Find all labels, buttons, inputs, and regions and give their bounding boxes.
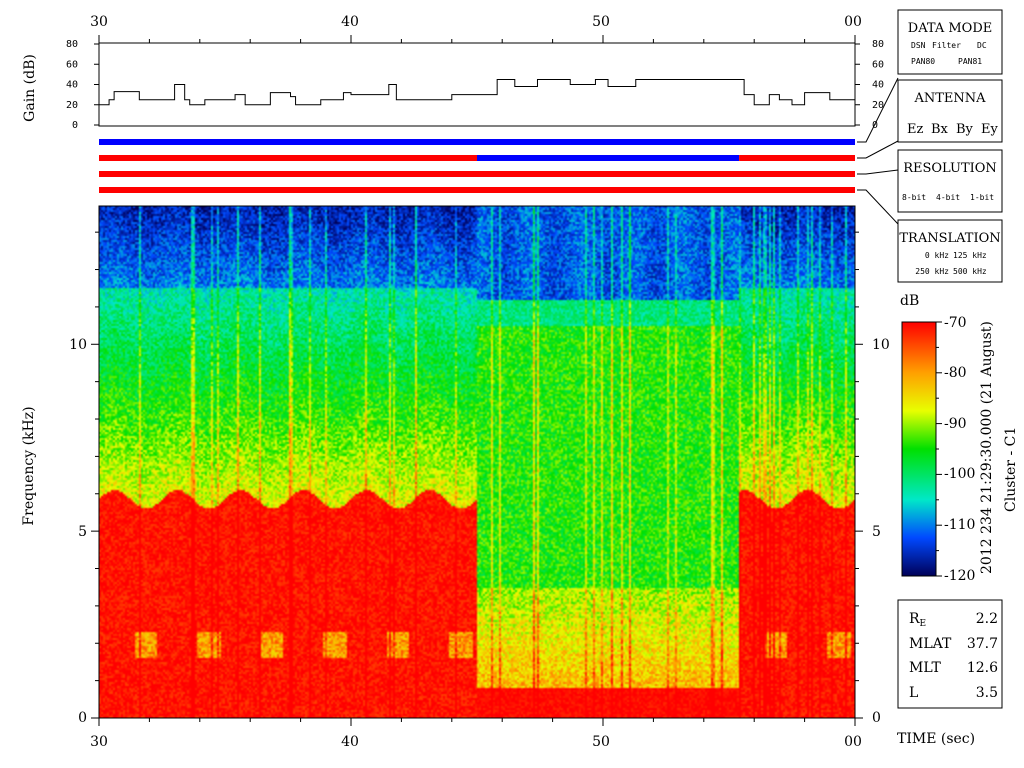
resolution-panel: RESOLUTION 8-bit 4-bit 1-bit [897, 149, 1003, 213]
status-bar-antenna [477, 155, 740, 161]
status-bar-translation [99, 187, 855, 193]
connector-translation [857, 189, 899, 225]
data-mode-filter: Filter [932, 41, 961, 50]
translation-125khz: 125 kHz [953, 251, 987, 260]
status-bar-antenna [739, 155, 855, 161]
cbar-tick-110: -110 [944, 517, 975, 533]
freq-tick-0-left: 0 [78, 710, 87, 726]
spacecraft-label: Cluster - C1 [1003, 427, 1019, 512]
cbar-tick-100: -100 [944, 466, 975, 482]
data-mode-dc: DC [977, 41, 987, 50]
top-tick-30: 30 [90, 14, 108, 30]
antenna-ey: Ey [981, 122, 998, 137]
top-tick-50: 50 [592, 14, 610, 30]
top-time-axis: 30 40 50 00 [90, 14, 862, 30]
ephemeris-panel: RE 2.2 MLAT 37.7 MLT 12.6 L 3.5 [897, 599, 1003, 709]
resolution-8bit: 8-bit [902, 193, 926, 202]
data-mode-pan81: PAN81 [958, 57, 982, 66]
gain-tick-label-left: 60 [66, 59, 78, 70]
color-scale-unit: dB [900, 293, 919, 309]
gain-tick-label-left: 0 [72, 120, 78, 131]
data-mode-panel: DATA MODE DSN Filter DC PAN80 PAN81 [897, 9, 1003, 75]
ephem-mlt-label: MLT [909, 660, 941, 676]
translation-0khz: 0 kHz [925, 251, 949, 260]
antenna-ez: Ez [907, 122, 923, 137]
top-tick-40: 40 [341, 14, 359, 30]
bottom-time-axis: 30 40 50 00 TIME (sec) [90, 731, 975, 750]
bottom-tick-40: 40 [341, 734, 359, 750]
gain-tick-label-right: 0 [872, 120, 878, 131]
freq-ylabel: Frequency (kHz) [21, 406, 37, 525]
status-bar-resolution [99, 171, 855, 177]
freq-tick-5-right: 5 [872, 524, 881, 540]
gain-tick-label-right: 80 [872, 39, 884, 50]
freq-tick-10-right: 10 [872, 337, 890, 353]
resolution-1bit: 1-bit [970, 193, 994, 202]
bottom-tick-50: 50 [592, 734, 610, 750]
status-bar-data_mode [99, 139, 855, 145]
ephem-re-value: 2.2 [976, 611, 998, 627]
translation-panel: TRANSLATION 0 kHz 125 kHz 250 kHz 500 kH… [897, 219, 1003, 283]
color-scale: dB -70 -80 -90 -100 -110 -120 2012 234 2… [900, 293, 1019, 584]
time-axis-label: TIME (sec) [897, 731, 975, 747]
cbar-tick-80: -80 [944, 365, 967, 381]
data-mode-pan80: PAN80 [911, 57, 935, 66]
color-scale-ticks [936, 321, 942, 577]
antenna-panel: ANTENNA Ez Bx By Ey [897, 79, 1003, 143]
top-tick-00: 00 [844, 14, 862, 30]
data-mode-dsn: DSN [911, 41, 926, 50]
translation-500khz: 500 kHz [953, 267, 987, 276]
gain-tick-label-right: 40 [872, 80, 884, 91]
translation-title: TRANSLATION [899, 231, 1000, 246]
spectrogram-panel: 0 5 10 0 5 10 Frequency (kHz) [21, 205, 890, 726]
gain-tick-label-left: 80 [66, 39, 78, 50]
antenna-title: ANTENNA [913, 91, 986, 106]
cbar-tick-90: -90 [944, 416, 967, 432]
cbar-tick-70: -70 [944, 315, 967, 331]
connector-antenna [857, 140, 899, 159]
resolution-title: RESOLUTION [903, 161, 997, 176]
translation-250khz: 250 kHz [915, 267, 949, 276]
bottom-tick-00: 00 [844, 734, 862, 750]
freq-tick-0-right: 0 [872, 710, 881, 726]
ephem-l-value: 3.5 [976, 685, 998, 701]
spectrogram-image [99, 206, 855, 718]
gain-ylabel: Gain (dB) [22, 54, 38, 122]
antenna-bx: Bx [931, 122, 949, 137]
ephem-mlt-value: 12.6 [967, 660, 998, 676]
bottom-tick-30: 30 [90, 734, 108, 750]
ephem-l-label: L [909, 685, 918, 701]
connector-resolution [857, 169, 899, 175]
status-bar-antenna [99, 155, 477, 161]
resolution-box [897, 149, 1003, 213]
status-bars [99, 139, 855, 193]
gain-tick-label-left: 40 [66, 80, 78, 91]
gain-tick-label-right: 60 [872, 59, 884, 70]
ephem-mlat-label: MLAT [909, 636, 952, 652]
color-scale-bar [901, 321, 937, 577]
gain-panel: 0 020 2040 4060 6080 80 Gain (dB) [22, 39, 884, 131]
gain-frame [98, 42, 856, 127]
ephem-mlat-value: 37.7 [967, 636, 998, 652]
resolution-4bit: 4-bit [936, 193, 960, 202]
gain-tick-label-left: 20 [66, 100, 78, 111]
antenna-by: By [956, 122, 974, 137]
freq-tick-10-left: 10 [69, 337, 87, 353]
data-mode-title: DATA MODE [908, 21, 992, 36]
wideband-plot: 30 40 50 00 0 020 2040 4060 6080 80 Gain (dB)… [21, 9, 1019, 750]
cbar-tick-120: -120 [944, 568, 975, 584]
freq-tick-5-left: 5 [78, 524, 87, 540]
date-label: 2012 234 21:29:30.000 (21 August) [979, 321, 995, 574]
